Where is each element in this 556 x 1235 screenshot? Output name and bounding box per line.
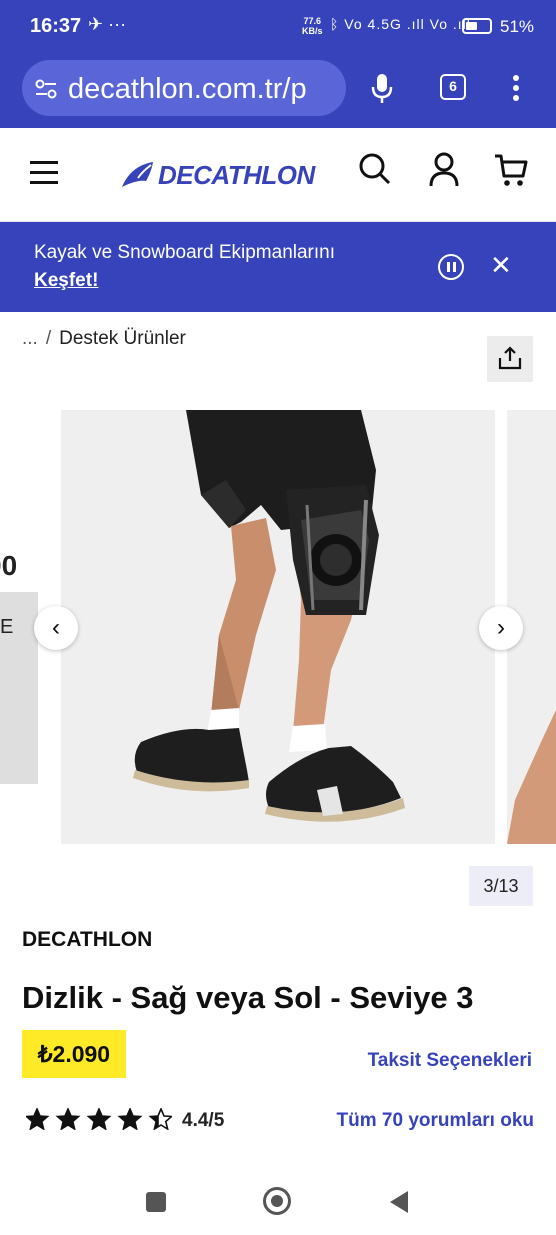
star-full-icon [24, 1106, 50, 1131]
gallery-next-button[interactable]: › [479, 606, 523, 650]
url-text[interactable]: decathlon.com.tr/p [68, 73, 307, 106]
chevron-left-icon: ‹ [52, 614, 60, 641]
menu-icon[interactable] [30, 160, 58, 184]
microphone-icon[interactable] [368, 72, 396, 104]
knee-brace-photo [61, 410, 495, 844]
status-bar: 16:37 ✈ ··· 77.6 KB/s ᛒ Vo 4.5G .ıll Vo … [0, 0, 556, 56]
home-button[interactable] [263, 1187, 291, 1215]
status-time: 16:37 [30, 15, 82, 37]
product-image[interactable] [61, 410, 495, 844]
address-bar[interactable]: decathlon.com.tr/p [22, 60, 346, 116]
promo-banner: Kayak ve Snowboard Ekipmanlarını Keşfet!… [0, 222, 556, 312]
breadcrumb: ... / Destek Ürünler [22, 328, 186, 350]
product-brand[interactable]: DECATHLON [22, 928, 152, 952]
star-full-icon [117, 1106, 143, 1131]
promo-link[interactable]: Keşfet! [34, 270, 98, 292]
account-icon[interactable] [428, 152, 460, 188]
logo-mark-icon [122, 162, 153, 187]
previous-slide-price: 00 [0, 550, 18, 581]
star-full-icon [55, 1106, 81, 1131]
battery-percent: 51% [500, 17, 535, 36]
breadcrumb-ellipsis[interactable]: ... [22, 328, 38, 349]
star-full-icon [86, 1106, 112, 1131]
search-icon[interactable] [358, 152, 392, 186]
breadcrumb-separator: / [45, 328, 52, 349]
site-settings-icon[interactable] [34, 78, 58, 100]
back-button[interactable] [388, 1190, 410, 1214]
site-header: DECATHLON [0, 128, 556, 222]
star-half-icon [148, 1106, 174, 1131]
breadcrumb-current[interactable]: Destek Ürünler [59, 328, 186, 349]
network-speed: 77.6 KB/s [302, 16, 323, 36]
gallery-prev-button[interactable]: ‹ [34, 606, 78, 650]
more-options-icon[interactable] [512, 74, 520, 102]
pause-icon[interactable] [438, 254, 464, 280]
share-icon [498, 346, 522, 370]
battery-icon [462, 18, 492, 34]
decathlon-logo[interactable]: DECATHLON [120, 158, 315, 192]
close-icon[interactable]: ✕ [490, 252, 512, 278]
cart-icon[interactable] [494, 152, 528, 188]
image-counter: 3/13 [469, 866, 533, 906]
share-button[interactable] [487, 336, 533, 382]
system-nav-bar [0, 1160, 556, 1235]
logo-text: DECATHLON [158, 160, 315, 190]
rating-value: 4.4/5 [182, 1110, 225, 1131]
product-gallery[interactable]: 00 E [0, 410, 556, 844]
rating-stars[interactable] [24, 1106, 174, 1135]
chevron-right-icon: › [497, 614, 505, 641]
promo-text: Kayak ve Snowboard Ekipmanlarını [34, 242, 335, 263]
installments-link[interactable]: Taksit Seçenekleri [368, 1050, 532, 1072]
product-title: Dizlik - Sağ veya Sol - Seviye 3 [22, 980, 474, 1015]
browser-toolbar: decathlon.com.tr/p 6 [0, 56, 556, 128]
status-notification-icons: ✈ ··· [88, 14, 127, 34]
previous-slide-letter: E [0, 616, 14, 638]
signal-icons: ᛒ Vo 4.5G .ıll Vo .ıll [330, 16, 471, 32]
recent-apps-button[interactable] [146, 1192, 166, 1212]
tab-switcher-button[interactable]: 6 [440, 74, 466, 100]
reviews-link[interactable]: Tüm 70 yorumları oku [337, 1110, 534, 1132]
price-badge: ₺2.090 [22, 1030, 126, 1078]
